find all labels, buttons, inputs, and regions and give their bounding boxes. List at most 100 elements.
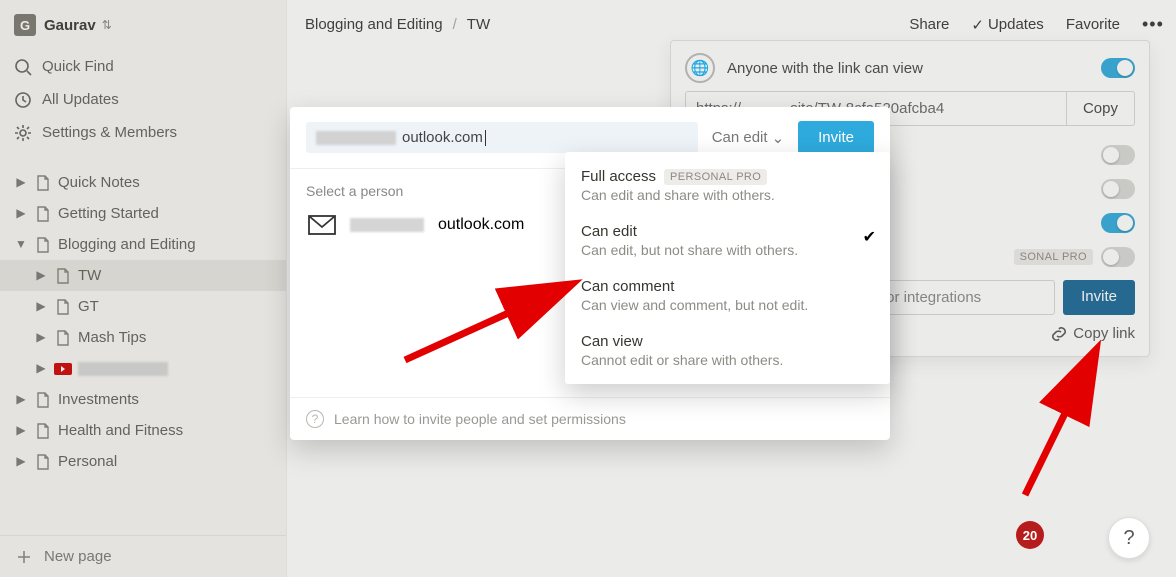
breadcrumb-separator: /	[453, 16, 457, 33]
more-menu-button[interactable]: •••	[1136, 10, 1158, 39]
page-icon	[34, 236, 52, 254]
invite-button[interactable]: Invite	[798, 121, 874, 154]
sidebar-sys-label: Quick Find	[42, 56, 114, 77]
top-action-label: Updates	[988, 16, 1044, 33]
caret-right-icon: ▶	[34, 267, 48, 284]
sidebar-item-label: Investments	[58, 389, 139, 410]
permission-option-desc: Can edit, but not share with others.	[581, 242, 844, 258]
sidebar-item-getting-started[interactable]: ▶Getting Started	[0, 198, 286, 229]
chevron-down-icon: ⌄	[772, 129, 785, 147]
sidebar-item-investments[interactable]: ▶ Investments	[0, 384, 286, 415]
breadcrumb: Blogging and Editing / TW	[305, 16, 490, 33]
permission-option-full-access[interactable]: Full accessPERSONAL PRO Can edit and sha…	[565, 158, 890, 213]
permission-selected-label: Can edit	[712, 129, 768, 146]
page-icon	[34, 391, 52, 409]
workspace-switcher[interactable]: G Gaurav ⇅	[0, 6, 286, 50]
user-initial-badge: G	[14, 14, 36, 36]
invite-button-panel[interactable]: Invite	[1063, 280, 1135, 315]
check-icon: ✔	[863, 227, 876, 247]
perm-toggle[interactable]	[1101, 145, 1135, 165]
person-email-suffix: outlook.com	[438, 216, 524, 234]
new-page-button[interactable]: New page	[0, 535, 286, 577]
sidebar-sys-label: Settings & Members	[42, 122, 177, 143]
share-web-toggle[interactable]	[1101, 58, 1135, 78]
permission-option-can-edit[interactable]: Can edit Can edit, but not share with ot…	[565, 213, 890, 268]
caret-right-icon: ▶	[14, 391, 28, 408]
sidebar-all-updates[interactable]: All Updates	[0, 83, 286, 116]
pro-badge: SONAL PRO	[1014, 249, 1093, 265]
redacted-text	[316, 131, 396, 145]
sidebar-item-label: Personal	[58, 451, 117, 472]
permission-option-can-comment[interactable]: Can comment Can view and comment, but no…	[565, 268, 890, 323]
user-name: Gaurav	[44, 17, 96, 34]
sidebar: G Gaurav ⇅ Quick Find All Updates Settin…	[0, 0, 287, 577]
sidebar-item-label: Getting Started	[58, 203, 159, 224]
caret-right-icon: ▶	[34, 298, 48, 315]
sidebar-item-personal[interactable]: ▶ Personal	[0, 446, 286, 477]
permission-option-title: Can view	[581, 333, 643, 350]
caret-right-icon: ▶	[14, 453, 28, 470]
check-icon: ✓	[971, 16, 984, 34]
sidebar-item-mash-tips[interactable]: ▶ Mash Tips	[0, 322, 286, 353]
invite-modal-footer[interactable]: ? Learn how to invite people and set per…	[290, 397, 890, 440]
sidebar-system-list: Quick Find All Updates Settings & Member…	[0, 50, 286, 149]
updates-button[interactable]: ✓Updates	[965, 12, 1049, 38]
sidebar-settings[interactable]: Settings & Members	[0, 116, 286, 149]
permission-selector[interactable]: Can edit ⌄	[706, 129, 790, 147]
link-icon	[1051, 326, 1067, 342]
sidebar-item-label: GT	[78, 296, 99, 317]
breadcrumb-item[interactable]: Blogging and Editing	[305, 16, 443, 33]
page-icon	[54, 329, 72, 347]
clock-icon	[14, 91, 32, 109]
new-page-label: New page	[44, 548, 112, 565]
copy-link-label: Copy link	[1073, 325, 1135, 342]
invite-email-input[interactable]: outlook.com	[306, 122, 698, 153]
sidebar-item-label: Quick Notes	[58, 172, 140, 193]
permission-option-title: Can comment	[581, 278, 674, 295]
sidebar-item-video[interactable]: ▶	[0, 353, 286, 384]
sidebar-item-health[interactable]: ▶ Health and Fitness	[0, 415, 286, 446]
invite-help-label: Learn how to invite people and set permi…	[334, 411, 626, 427]
sidebar-item-label: Mash Tips	[78, 327, 146, 348]
permission-dropdown: Full accessPERSONAL PRO Can edit and sha…	[565, 152, 890, 384]
page-icon	[34, 453, 52, 471]
page-icon	[54, 267, 72, 285]
page-icon	[34, 205, 52, 223]
help-icon: ?	[306, 410, 324, 428]
permission-option-desc: Cannot edit or share with others.	[581, 352, 844, 368]
breadcrumb-item[interactable]: TW	[467, 16, 490, 33]
sidebar-quick-find[interactable]: Quick Find	[0, 50, 286, 83]
perm-toggle[interactable]	[1101, 247, 1135, 267]
caret-down-icon: ▼	[14, 236, 28, 253]
sidebar-item-label: TW	[78, 265, 101, 286]
permission-option-title: Full access	[581, 168, 656, 185]
share-anyone-label: Anyone with the link can view	[727, 60, 1089, 77]
email-suffix: outlook.com	[402, 129, 483, 146]
caret-right-icon: ▶	[34, 360, 48, 377]
perm-toggle[interactable]	[1101, 213, 1135, 233]
caret-right-icon: ▶	[34, 329, 48, 346]
sidebar-item-label: Health and Fitness	[58, 420, 183, 441]
sidebar-item-label	[78, 358, 168, 379]
plus-icon	[16, 549, 32, 565]
perm-toggle[interactable]	[1101, 179, 1135, 199]
copy-url-button[interactable]: Copy	[1066, 92, 1134, 125]
sidebar-item-blogging[interactable]: ▼Blogging and Editing	[0, 229, 286, 260]
sidebar-item-quick-notes[interactable]: ▶ Quick Notes	[0, 167, 286, 198]
page-icon	[34, 422, 52, 440]
sidebar-page-tree: ▶Quick Notes ▶Getting Started ▼Blogging …	[0, 167, 286, 477]
favorite-button[interactable]: Favorite	[1060, 12, 1126, 37]
redacted-text	[350, 218, 424, 232]
caret-right-icon: ▶	[14, 174, 28, 191]
permission-option-can-view[interactable]: Can view Cannot edit or share with other…	[565, 323, 890, 378]
share-button[interactable]: Share	[903, 12, 955, 37]
sidebar-item-tw[interactable]: ▶ TW	[0, 260, 286, 291]
globe-icon: 🌐	[685, 53, 715, 83]
youtube-icon	[54, 363, 72, 375]
sidebar-item-gt[interactable]: ▶ GT	[0, 291, 286, 322]
help-fab[interactable]: ?	[1108, 517, 1150, 559]
text-cursor	[485, 130, 486, 146]
caret-right-icon: ▶	[14, 422, 28, 439]
app-root: G Gaurav ⇅ Quick Find All Updates Settin…	[0, 0, 1176, 577]
pro-badge: PERSONAL PRO	[664, 169, 767, 185]
